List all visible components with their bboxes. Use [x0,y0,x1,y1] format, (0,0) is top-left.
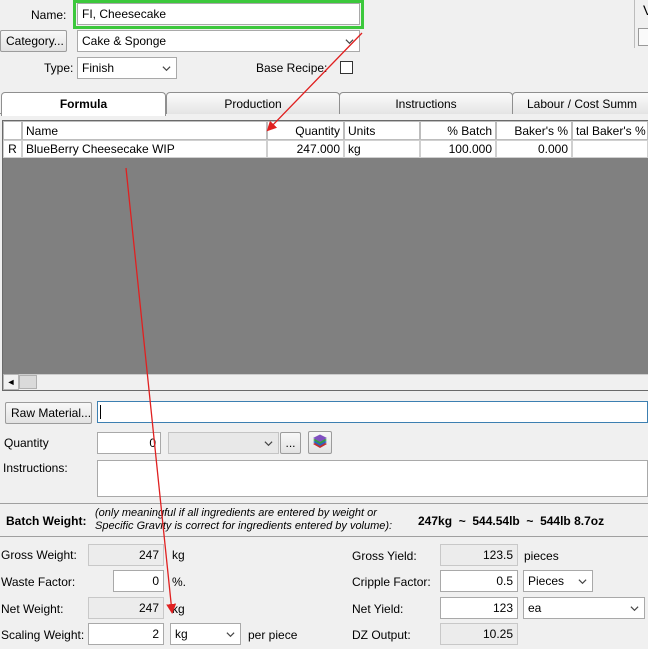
row-units[interactable]: kg [344,140,420,158]
col-header-quantity[interactable]: Quantity [267,121,344,140]
formula-grid [2,120,648,391]
gross-weight-value: 247 [88,544,164,566]
cripple-factor-label: Cripple Factor: [352,575,431,589]
row-bakers[interactable]: 0.000 [496,140,572,158]
row-quantity[interactable]: 247.000 [267,140,344,158]
col-header-batch[interactable]: % Batch [420,121,496,140]
chevron-down-icon [226,632,235,638]
unit-select[interactable] [168,432,279,454]
col-header-bakers[interactable]: Baker's % [496,121,572,140]
cripple-factor-input[interactable]: 0.5 [440,570,518,592]
category-select[interactable]: Cake & Sponge [77,30,360,52]
gross-weight-label: Gross Weight: [1,548,77,562]
scaling-weight-unit: kg [175,627,188,641]
side-panel-letter: V [643,2,648,18]
name-label: Name: [31,8,67,22]
gross-weight-unit: kg [172,548,185,562]
batch-weight-note-1: (only meaningful if all ingredients are … [95,507,377,519]
dz-output-label: DZ Output: [352,628,411,642]
batch-weight-label: Batch Weight: [6,514,87,528]
net-yield-unit: ea [528,601,542,615]
gross-yield-label: Gross Yield: [352,549,417,563]
scroll-left-icon: ◄ [6,377,16,387]
gross-yield-unit: pieces [524,549,559,563]
books-button[interactable] [308,431,332,454]
dz-output-value: 10.25 [440,623,518,645]
scaling-weight-unit-select[interactable]: kg [170,623,241,645]
row-marker: R [3,140,22,158]
row-batch[interactable]: 100.000 [420,140,496,158]
net-yield-unit-select[interactable]: ea [523,597,645,619]
tab-labour-cost-summary[interactable]: Labour / Cost Summ [512,92,648,114]
base-recipe-label: Base Recipe: [256,61,328,75]
raw-material-input[interactable] [97,401,648,423]
col-header-name[interactable]: Name [22,121,267,140]
net-yield-label: Net Yield: [352,602,404,616]
grid-corner [3,121,22,140]
quantity-input[interactable]: 0 [97,432,161,454]
cripple-factor-unit: Pieces [528,574,565,588]
side-panel-button[interactable] [638,28,648,46]
base-recipe-checkbox[interactable] [340,61,353,74]
chevron-down-icon [578,579,587,585]
net-weight-label: Net Weight: [1,602,64,616]
type-value: Finish [82,61,115,75]
scroll-thumb[interactable] [19,375,37,389]
batch-weight-note-2: Specific Gravity is correct for ingredie… [95,520,393,532]
category-value: Cake & Sponge [82,34,167,48]
quantity-label: Quantity [4,436,49,450]
instructions-input[interactable] [97,460,648,497]
chevron-down-icon [264,441,273,447]
instructions-label: Instructions: [3,461,68,475]
batch-weight-value: 247kg ~ 544.54lb ~ 544lb 8.7oz [418,514,605,528]
row-name[interactable]: BlueBerry Cheesecake WIP [22,140,267,158]
waste-factor-label: Waste Factor: [1,575,76,589]
tab-formula[interactable]: Formula [1,92,166,116]
row-total-bakers[interactable] [572,140,648,158]
cripple-factor-unit-select[interactable]: Pieces [523,570,593,592]
col-header-units[interactable]: Units [344,121,420,140]
chevron-down-icon [162,66,171,72]
tab-instructions[interactable]: Instructions [339,92,513,114]
type-label: Type: [44,61,74,75]
scaling-weight-suffix: per piece [248,628,298,642]
waste-factor-input[interactable]: 0 [113,570,164,592]
raw-material-button[interactable]: Raw Material... [5,402,92,424]
text-cursor [100,405,101,419]
tab-production[interactable]: Production [166,92,340,114]
net-weight-unit: kg [172,602,185,616]
ellipsis-button[interactable]: ... [280,432,301,454]
gross-yield-value: 123.5 [440,544,518,566]
scaling-weight-label: Scaling Weight: [1,628,85,642]
scroll-left-button[interactable]: ◄ [3,374,19,390]
category-button[interactable]: Category... [0,30,67,52]
horizontal-scrollbar[interactable] [3,374,648,390]
net-yield-input[interactable]: 123 [440,597,518,619]
name-input[interactable]: FI, Cheesecake [77,3,360,25]
books-icon [313,434,327,448]
type-select[interactable]: Finish [77,57,177,79]
net-weight-value: 247 [88,597,164,619]
waste-factor-unit: %. [172,575,187,589]
col-header-total-bakers[interactable]: tal Baker's % [572,121,648,140]
chevron-down-icon [345,39,354,45]
scaling-weight-input[interactable]: 2 [88,623,164,645]
chevron-down-icon [630,606,639,612]
